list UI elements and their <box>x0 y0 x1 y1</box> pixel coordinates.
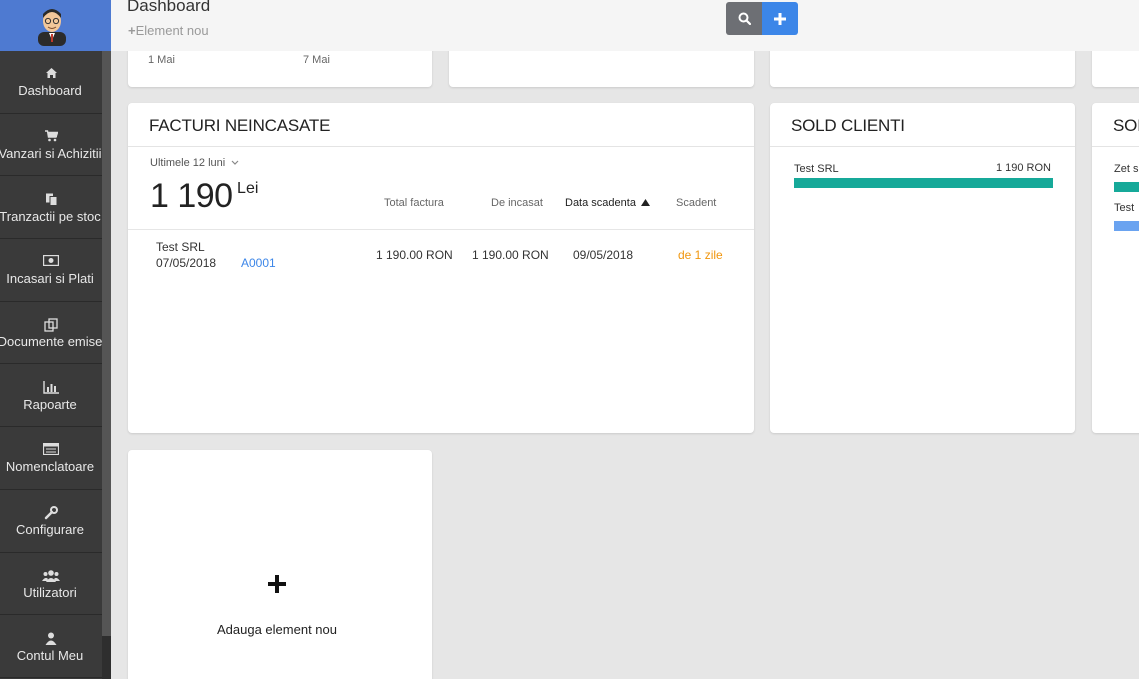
partial-row-1: Zet s <box>1114 163 1139 175</box>
home-icon <box>45 67 58 79</box>
sidebar-item-tranzactii[interactable]: Tranzactii pe stoc <box>0 176 102 240</box>
sidebar: Dashboard Vanzari si Achizitii Tranzacti… <box>0 0 111 679</box>
user-icon <box>45 632 57 645</box>
sidebar-item-label: Configurare <box>16 522 84 538</box>
plus-icon <box>268 575 286 593</box>
sidebar-item-label: Incasari si Plati <box>6 271 94 287</box>
sidebar-item-label: Contul Meu <box>16 647 84 663</box>
partial-bar-2[interactable] <box>1114 221 1139 231</box>
sidebar-item-label: Vanzari si Achizitii <box>0 146 102 162</box>
sidebar-item-label: Documente emise <box>0 334 103 350</box>
total-currency: Lei <box>237 180 259 197</box>
sidebar-item-rapoarte[interactable]: Rapoarte <box>0 364 102 428</box>
date-start: 1 Mai <box>148 54 175 66</box>
add-element-label: Adauga element nou <box>217 622 337 637</box>
sold-clienti-card: SOLD CLIENTI Test SRL 1 190 RON <box>770 103 1075 433</box>
row-invoice-link[interactable]: A0001 <box>241 256 276 270</box>
col-total-factura[interactable]: Total factura <box>384 197 444 209</box>
bar-chart-icon <box>43 380 59 394</box>
plus-icon: + <box>128 23 136 38</box>
row-due-amount: 1 190.00 RON <box>472 248 549 262</box>
sidebar-item-utilizatori[interactable]: Utilizatori <box>0 553 102 616</box>
col-data-scadenta-label: Data scadenta <box>565 197 636 209</box>
row-date: 07/05/2018 <box>156 256 217 270</box>
sort-up-icon <box>641 199 650 206</box>
page-title: Dashboard <box>127 0 211 15</box>
col-de-incasat[interactable]: De incasat <box>491 197 543 209</box>
sidebar-scrollbar[interactable] <box>102 51 111 636</box>
add-element-card[interactable]: Adauga element nou <box>128 450 432 679</box>
facturi-card: FACTURI NEINCASATE Ultimele 12 luni 1 19… <box>128 103 754 433</box>
facturi-total: 1 190 Lei <box>150 177 258 216</box>
period-dropdown[interactable]: Ultimele 12 luni <box>150 157 239 169</box>
row-due-date: 09/05/2018 <box>573 248 634 262</box>
documents-icon <box>44 318 58 332</box>
avatar-area <box>0 0 111 51</box>
add-button[interactable] <box>762 2 798 35</box>
sidebar-item-vanzari[interactable]: Vanzari si Achizitii <box>0 114 102 177</box>
sold-client-bar[interactable] <box>794 178 1053 188</box>
sidebar-item-label: Dashboard <box>18 83 82 99</box>
row-client: Test SRL <box>156 240 205 254</box>
row-overdue: de 1 zile <box>678 248 723 262</box>
sold-client-bar-track <box>794 178 1053 188</box>
sidebar-item-label: Rapoarte <box>23 396 77 412</box>
partial-card-title: SOI <box>1092 103 1139 147</box>
sidebar-item-incasari[interactable]: Incasari si Plati <box>0 239 102 302</box>
period-label: Ultimele 12 luni <box>150 157 226 169</box>
avatar[interactable] <box>34 6 70 46</box>
row-total: 1 190.00 RON <box>376 248 453 262</box>
header-bg: Dashboard +Element nou <box>111 0 1139 51</box>
sidebar-item-documente[interactable]: Documente emise <box>0 302 102 365</box>
sidebar-item-dashboard[interactable]: Dashboard <box>0 51 102 114</box>
cart-icon <box>44 130 58 142</box>
date-end: 7 Mai <box>303 54 330 66</box>
search-button[interactable] <box>726 2 762 35</box>
facturi-title: FACTURI NEINCASATE <box>128 103 754 147</box>
wrench-icon <box>44 506 58 520</box>
sold-client-name: Test SRL <box>794 163 839 175</box>
users-icon <box>42 569 60 582</box>
partial-right-card: SOI Zet s Test <box>1092 103 1139 433</box>
table-row[interactable]: Test SRL 07/05/2018 A0001 1 190.00 RON 1… <box>128 230 754 280</box>
money-icon <box>42 255 60 267</box>
total-amount: 1 190 <box>150 177 233 215</box>
sidebar-item-nomenclatoare[interactable]: Nomenclatoare <box>0 427 102 490</box>
sidebar-item-label: Tranzactii pe stoc <box>0 208 101 224</box>
sidebar-item-label: Nomenclatoare <box>5 459 95 475</box>
plus-icon <box>774 12 786 25</box>
col-data-scadenta[interactable]: Data scadenta <box>565 197 650 209</box>
list-icon <box>42 443 60 456</box>
partial-bar-1[interactable] <box>1114 182 1139 192</box>
partial-row-2: Test <box>1114 202 1135 214</box>
new-element-label: Element nou <box>135 23 209 38</box>
search-icon <box>738 12 751 25</box>
sidebar-item-configurare[interactable]: Configurare <box>0 490 102 553</box>
new-element-link[interactable]: +Element nou <box>128 23 209 38</box>
sidebar-item-contul-meu[interactable]: Contul Meu <box>0 615 102 678</box>
copy-icon <box>45 193 58 206</box>
sold-client-amount: 1 190 RON <box>995 162 1051 174</box>
chevron-down-icon <box>231 160 239 165</box>
sold-clienti-title: SOLD CLIENTI <box>770 103 1075 147</box>
sidebar-item-label: Utilizatori <box>23 584 77 600</box>
col-scadent[interactable]: Scadent <box>676 197 716 209</box>
